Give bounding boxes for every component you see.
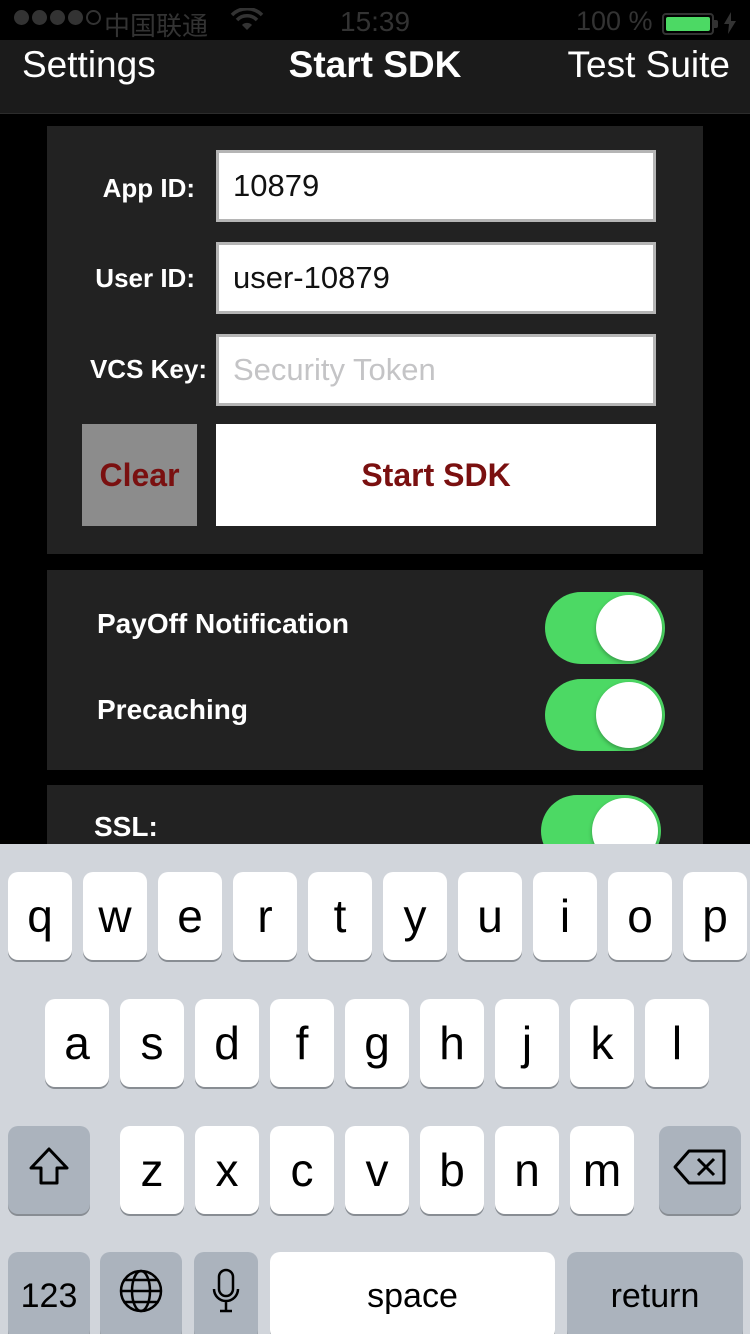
ssl-label: SSL: [94,811,158,842]
user-id-label: User ID: [95,263,195,293]
app-id-field[interactable]: 10879 [216,150,656,222]
key-k[interactable]: k [570,999,634,1087]
return-key[interactable]: return [567,1252,743,1334]
key-h[interactable]: h [420,999,484,1087]
shift-key[interactable] [8,1126,90,1214]
globe-icon [117,1267,165,1326]
key-t[interactable]: t [308,872,372,960]
shift-icon [27,1143,71,1197]
clear-button[interactable]: Clear [82,424,197,526]
user-id-field[interactable]: user-10879 [216,242,656,314]
key-b[interactable]: b [420,1126,484,1214]
options-panel: PayOff Notification Precaching [47,570,703,770]
wifi-icon [230,7,264,39]
key-p[interactable]: p [683,872,747,960]
vcs-key-field[interactable]: Security Token [216,334,656,406]
key-l[interactable]: l [645,999,709,1087]
sdk-config-panel: App ID: 10879 User ID: user-10879 VCS Ke… [47,126,703,554]
precaching-toggle[interactable] [545,679,665,751]
key-a[interactable]: a [45,999,109,1087]
payoff-notification-label: PayOff Notification [97,608,350,639]
key-i[interactable]: i [533,872,597,960]
payoff-notification-toggle[interactable] [545,592,665,664]
key-z[interactable]: z [120,1126,184,1214]
key-r[interactable]: r [233,872,297,960]
key-y[interactable]: y [383,872,447,960]
battery-icon [662,13,718,35]
key-j[interactable]: j [495,999,559,1087]
app-id-label: App ID: [102,173,195,203]
key-u[interactable]: u [458,872,522,960]
globe-key[interactable] [100,1252,182,1334]
key-d[interactable]: d [195,999,259,1087]
navigation-bar: Settings Start SDK Test Suite [0,40,750,114]
key-f[interactable]: f [270,999,334,1087]
space-key[interactable]: space [270,1252,555,1334]
key-n[interactable]: n [495,1126,559,1214]
vcs-key-label: VCS Key: [89,354,207,384]
key-q[interactable]: q [8,872,72,960]
microphone-icon [211,1267,241,1326]
battery-percentage: 100 % [576,6,653,36]
test-suite-nav-button[interactable]: Test Suite [568,44,730,86]
status-bar: 中国联通 15:39 100 % [0,0,750,41]
key-o[interactable]: o [608,872,672,960]
delete-key[interactable] [659,1126,741,1214]
delete-icon [672,1143,728,1197]
carrier-name: 中国联通 [104,11,209,41]
key-x[interactable]: x [195,1126,259,1214]
key-g[interactable]: g [345,999,409,1087]
key-w[interactable]: w [83,872,147,960]
on-screen-keyboard: qwertyuiop asdfghjkl zxcvbnm 123 space r… [0,844,750,1334]
numbers-key[interactable]: 123 [8,1252,90,1334]
key-s[interactable]: s [120,999,184,1087]
clock: 15:39 [340,6,411,37]
dictation-key[interactable] [194,1252,258,1334]
precaching-label: Precaching [97,694,248,725]
key-e[interactable]: e [158,872,222,960]
start-sdk-button[interactable]: Start SDK [216,424,656,526]
signal-strength-icon [14,10,101,25]
key-c[interactable]: c [270,1126,334,1214]
charging-icon [724,10,736,41]
key-v[interactable]: v [345,1126,409,1214]
key-m[interactable]: m [570,1126,634,1214]
